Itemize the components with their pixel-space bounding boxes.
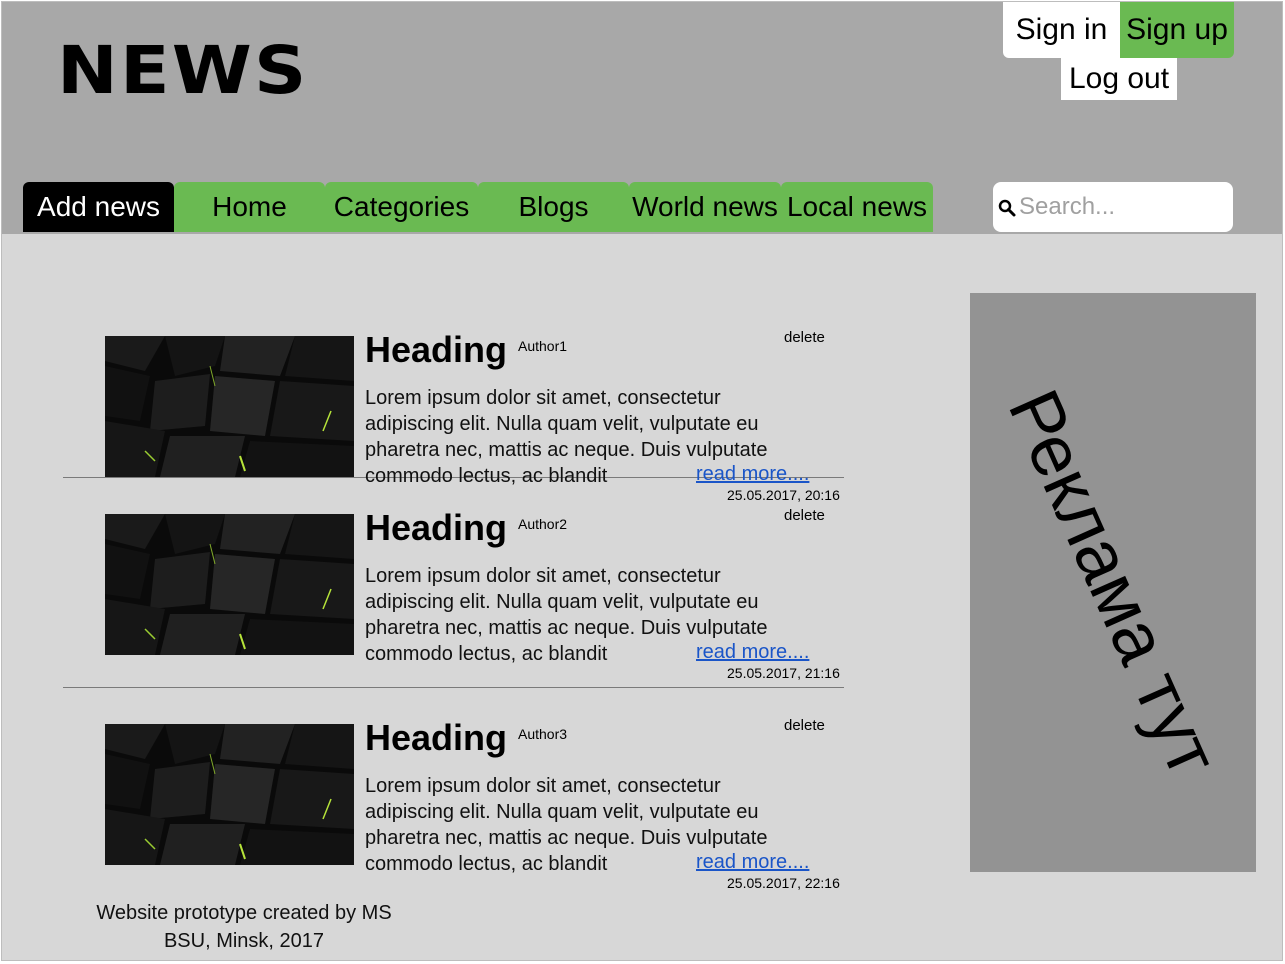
search-input[interactable] (1019, 190, 1224, 224)
article-heading[interactable]: Heading (365, 330, 507, 370)
article-date: 25.05.2017, 21:16 (727, 665, 840, 681)
tab-add-news[interactable]: Add news (23, 182, 174, 232)
tab-categories[interactable]: Categories (325, 182, 478, 232)
article-thumbnail[interactable] (105, 724, 354, 865)
article-thumbnail[interactable] (105, 336, 354, 477)
ad-text: Реклама тут (992, 378, 1234, 788)
article-author: Author1 (518, 338, 568, 354)
sign-up-button[interactable]: Sign up (1120, 2, 1234, 58)
main-nav: Add news Home Categories Blogs World new… (23, 182, 933, 232)
sign-in-button[interactable]: Sign in (1003, 2, 1120, 58)
tab-world-news[interactable]: World news (629, 182, 781, 232)
ad-banner[interactable]: Реклама тут (970, 293, 1256, 872)
news-article: Heading Author1 delete Lorem ipsum dolor… (63, 267, 844, 503)
article-thumbnail[interactable] (105, 514, 354, 655)
article-author: Author3 (518, 726, 568, 742)
search-box[interactable] (993, 182, 1233, 232)
delete-button[interactable]: delete (784, 507, 825, 524)
tab-blogs[interactable]: Blogs (478, 182, 629, 232)
article-author: Author2 (518, 516, 568, 532)
tab-home[interactable]: Home (174, 182, 325, 232)
site-footer: Website prototype created by MS BSU, Min… (94, 899, 394, 955)
read-more-link[interactable]: read more.... (696, 851, 809, 874)
delete-button[interactable]: delete (784, 329, 825, 346)
site-header: NEWS Sign in Sign up Log out Add news Ho… (2, 2, 1282, 234)
footer-location: BSU, Minsk, 2017 (163, 930, 325, 952)
log-out-button[interactable]: Log out (1061, 58, 1177, 100)
search-icon[interactable] (997, 198, 1017, 218)
article-date: 25.05.2017, 22:16 (727, 875, 840, 891)
news-article: Heading Author2 delete Lorem ipsum dolor… (63, 477, 844, 688)
tab-local-news[interactable]: Local news (781, 182, 933, 232)
news-article: Heading Author3 delete Lorem ipsum dolor… (63, 687, 844, 897)
site-logo[interactable]: NEWS (57, 38, 309, 104)
footer-credit: Website prototype created by MS (96, 902, 392, 924)
article-heading[interactable]: Heading (365, 718, 507, 758)
read-more-link[interactable]: read more.... (696, 641, 809, 664)
delete-button[interactable]: delete (784, 717, 825, 734)
page-frame: NEWS Sign in Sign up Log out Add news Ho… (1, 1, 1283, 961)
article-heading[interactable]: Heading (365, 508, 507, 548)
